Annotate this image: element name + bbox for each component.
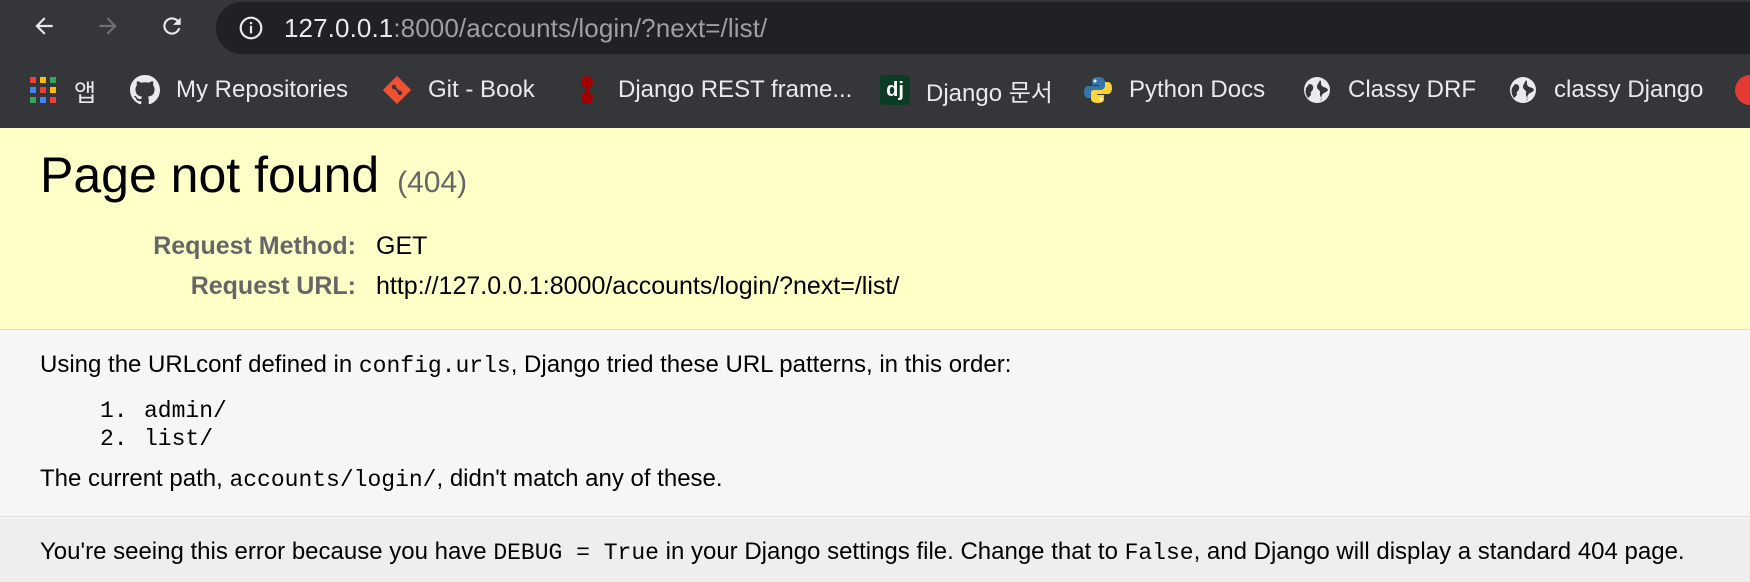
current-path-message: The current path, accounts/login/, didn'… [40,465,723,493]
text: The current path, [40,465,230,492]
request-method-label: Request Method: [153,232,356,260]
globe-icon [1302,75,1332,105]
urlconf-message: Using the URLconf defined in config.urls… [40,351,1011,379]
text: , Django tried these URL patterns, in th… [510,351,1012,378]
bookmark-label: My Repositories [176,76,349,103]
apps-grid-icon [28,75,58,105]
request-method-value: GET [376,232,428,260]
bookmarks-bar: 앱 My Repositories Git - Book Django REST… [0,70,1750,110]
git-icon [382,75,412,105]
error-summary: Page not found (404) Request Method: GET… [0,128,1750,330]
bookmark-label: Python Docs [1129,76,1266,103]
bookmark-overflow[interactable] [1735,70,1750,110]
reload-button[interactable] [153,7,191,45]
title-text: Page not found [40,147,380,203]
url-host: 127.0.0.1 [284,13,394,43]
bookmark-python-docs[interactable]: Python Docs [1083,70,1265,110]
url-pattern: admin/ [144,398,227,424]
bookmark-apps[interactable]: 앱 [28,70,96,110]
bookmark-label: Django 문서 [926,79,1053,107]
bookmark-my-repositories[interactable]: My Repositories [130,70,348,110]
bookmark-favicon-icon [1735,75,1750,105]
page-title: Page not found (404) [40,146,467,204]
request-url-value: http://127.0.0.1:8000/accounts/login/?ne… [376,272,900,300]
false-value: False [1124,540,1194,566]
github-icon [130,75,160,105]
back-button[interactable] [25,7,63,45]
drf-icon [572,75,602,105]
reload-icon [163,17,181,35]
text: Using the URLconf defined in [40,351,359,378]
request-url-label: Request URL: [190,272,356,300]
django-icon: dj [880,75,910,105]
bookmark-label: classy Django [1554,76,1704,103]
bookmark-label: 앱 [74,79,97,107]
bookmark-drf[interactable]: Django REST frame... [572,70,852,110]
url-path: :8000/accounts/login/?next=/list/ [393,13,768,43]
url-text[interactable]: 127.0.0.1:8000/accounts/login/?next=/lis… [284,13,767,44]
error-info: Using the URLconf defined in config.urls… [0,331,1750,517]
list-number: 1. [100,398,128,424]
bookmark-classy-django[interactable]: classy Django [1508,70,1703,110]
bookmark-label: Django REST frame... [618,76,853,103]
urlconf-module: config.urls [358,353,511,379]
url-pattern: list/ [144,426,214,452]
text: You're seeing this error because you hav… [40,538,494,565]
globe-icon [1508,75,1538,105]
bookmark-django-docs[interactable]: dj Django 문서 [880,70,1053,110]
address-bar[interactable]: 127.0.0.1:8000/accounts/login/?next=/lis… [216,2,1750,54]
list-item: 1. admin/ [100,397,227,425]
current-path: accounts/login/ [229,467,437,493]
list-item: 2. list/ [100,425,227,453]
text: , and Django will display a standard 404… [1193,538,1685,565]
bookmark-label: Classy DRF [1348,76,1477,103]
bookmark-git-book[interactable]: Git - Book [382,70,535,110]
info-icon[interactable] [238,15,264,41]
arrow-left-icon [35,17,53,35]
bookmark-label: Git - Book [428,76,535,103]
debug-message: You're seeing this error because you hav… [40,538,1685,566]
forward-button[interactable] [89,7,127,45]
bookmark-classy-drf[interactable]: Classy DRF [1302,70,1476,110]
browser-toolbar: 127.0.0.1:8000/accounts/login/?next=/lis… [0,0,1750,56]
python-icon [1083,75,1113,105]
arrow-right-icon [99,17,117,35]
text: , didn't match any of these. [436,465,723,492]
text: in your Django settings file. Change tha… [658,538,1125,565]
url-pattern-list: 1. admin/ 2. list/ [100,397,227,453]
browser-chrome: 127.0.0.1:8000/accounts/login/?next=/lis… [0,0,1750,128]
debug-setting: DEBUG = True [493,540,659,566]
list-number: 2. [100,426,128,452]
debug-explanation: You're seeing this error because you hav… [0,518,1750,582]
status-code: (404) [397,166,468,199]
